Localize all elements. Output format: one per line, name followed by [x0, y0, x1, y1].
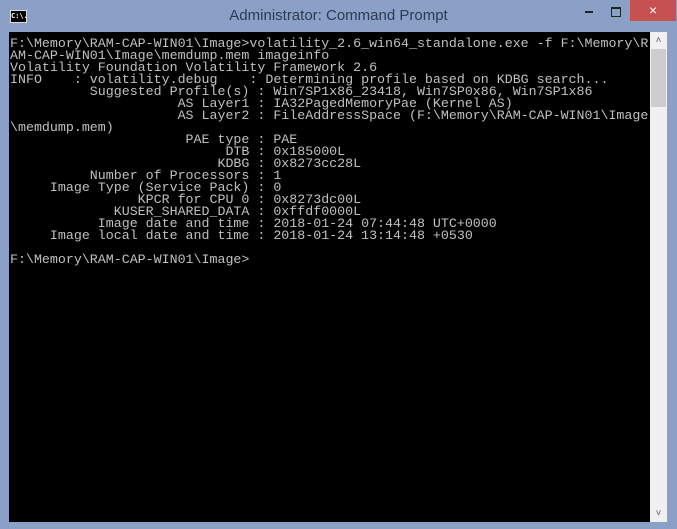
minimize-button[interactable] — [576, 0, 602, 21]
scroll-down-icon[interactable]: ˅ — [650, 505, 667, 522]
scroll-up-icon[interactable]: ˄ — [650, 32, 667, 49]
maximize-button[interactable] — [603, 0, 629, 21]
minimize-icon — [585, 10, 593, 13]
close-icon: × — [648, 2, 658, 18]
console-output[interactable]: F:\Memory\RAM-CAP-WIN01\Image>volatility… — [9, 32, 650, 522]
maximize-icon — [611, 6, 621, 17]
scrollbar-thumb[interactable] — [651, 49, 666, 107]
console-lines: F:\Memory\RAM-CAP-WIN01\Image>volatility… — [10, 37, 648, 267]
title-bar[interactable]: C:\. Administrator: Command Prompt × — [0, 0, 677, 32]
vertical-scrollbar[interactable]: ˄ ˅ — [650, 32, 667, 522]
close-button[interactable]: × — [630, 0, 676, 21]
console-line: F:\Memory\RAM-CAP-WIN01\Image> — [10, 252, 250, 267]
console-line: Image local date and time : 2018-01-24 1… — [10, 228, 473, 243]
